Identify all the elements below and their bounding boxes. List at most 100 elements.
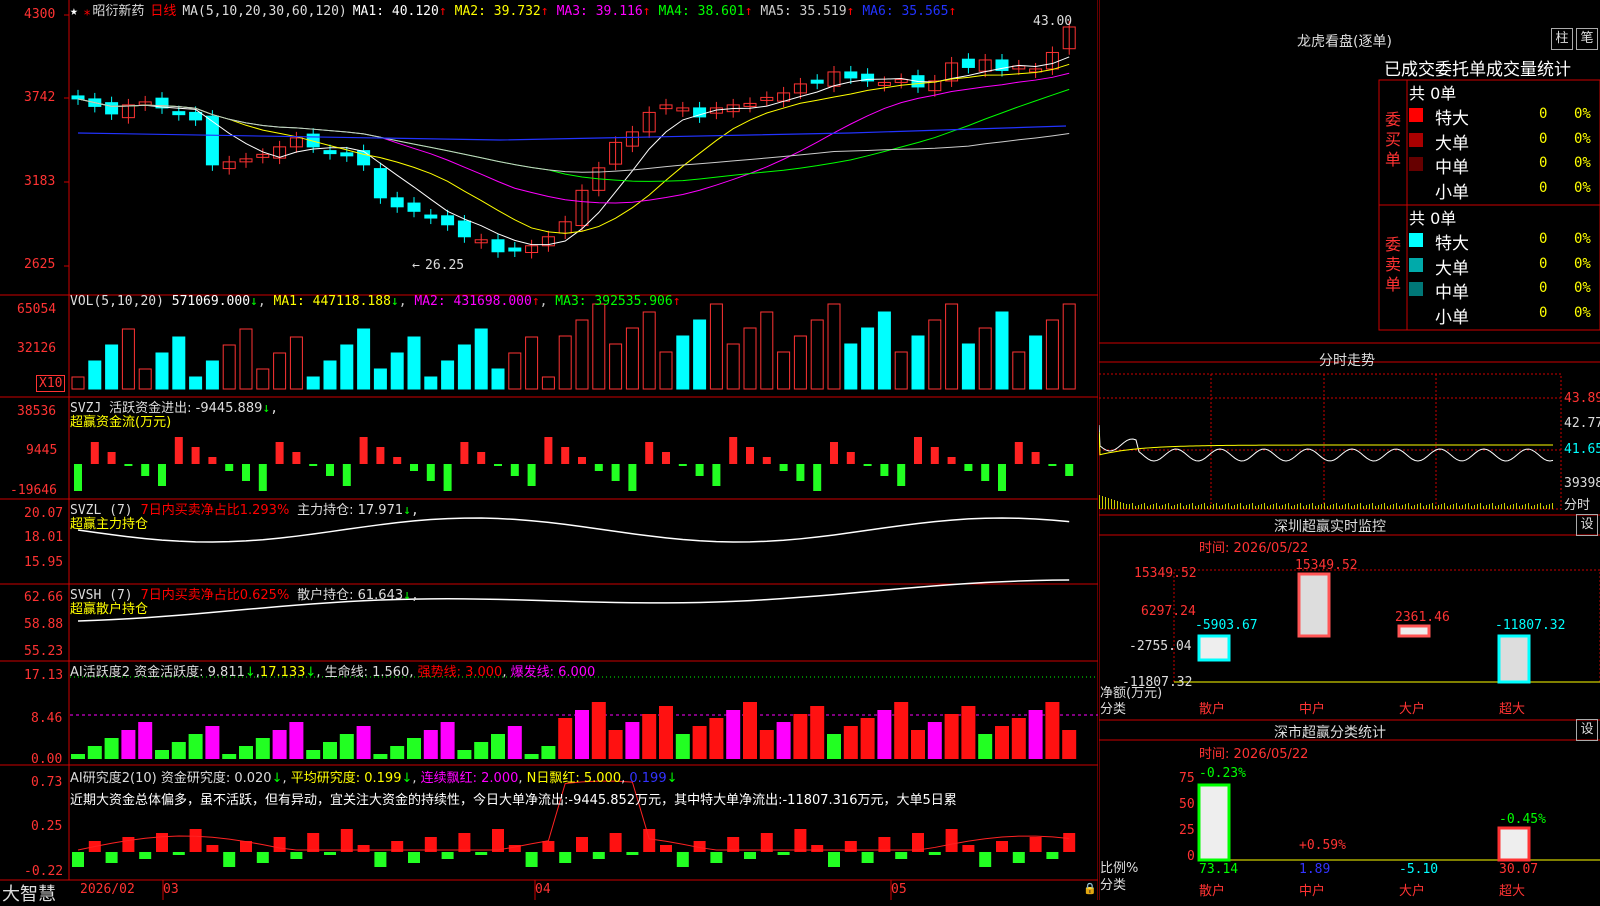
sell-row-pct: 0% (1574, 231, 1591, 247)
volume-bar (457, 344, 471, 390)
activity-bar (222, 754, 237, 759)
research-bar (777, 852, 790, 855)
volume-bar (105, 344, 119, 390)
flow-bar (645, 442, 654, 464)
sz-bar-大户 (1397, 624, 1431, 638)
flow-bar (208, 457, 217, 464)
volume-bar (340, 344, 354, 390)
price-axis-4300: 4300 (24, 7, 56, 22)
research-bar (1063, 833, 1076, 852)
buy-row-value: 0 (1539, 106, 1548, 122)
flow-bar (628, 464, 637, 491)
buy-swatch (1409, 108, 1423, 122)
tick-view-button[interactable]: 笔 (1576, 28, 1598, 50)
volume-bar (777, 351, 791, 390)
svsh-title: 超赢散户持仓 (70, 602, 149, 617)
activity-bar (743, 702, 757, 759)
vol-axis-top: 65054 (17, 302, 57, 317)
sell-swatch (1409, 233, 1423, 247)
sell-row-value: 0 (1539, 231, 1548, 247)
vol-header: VOL(5,10,20) 571069.000↓, MA1: 447118.18… (70, 294, 681, 309)
dragon-tabs[interactable]: 已成交委托单成交量统计 (1384, 55, 1571, 80)
flow-bar (410, 464, 418, 471)
activity-bar (87, 746, 102, 759)
volume-bar (541, 376, 555, 390)
price-axis-2625: 2625 (24, 257, 56, 272)
flow-bar (998, 464, 1006, 491)
volume-bar (693, 319, 707, 390)
research-bar (542, 841, 555, 852)
sell-swatch (1409, 282, 1423, 296)
ai2-header: AI活跃度2 资金活跃度: 9.811↓,17.133↓, 生命线: 1.560… (70, 665, 596, 680)
st-axis-1: 75 (1179, 771, 1195, 786)
sz-monitor-settings-button[interactable]: 设 (1576, 514, 1598, 536)
research-bar (458, 833, 471, 852)
volume-bar (373, 368, 387, 390)
volume-bar (995, 311, 1009, 390)
sz-bar-超大 (1497, 634, 1531, 684)
flow-bar (309, 464, 318, 466)
activity-bar (659, 706, 673, 759)
svsh-axis-bot: 55.23 (24, 644, 64, 659)
research-bar (525, 852, 538, 867)
activity-bar (642, 714, 657, 759)
flow-bar (897, 464, 906, 486)
flow-bar (930, 447, 939, 464)
research-bar (441, 852, 454, 859)
activity-bar (726, 710, 741, 759)
flow-bar (561, 447, 570, 464)
sz-axis-1: 15349.52 (1134, 566, 1197, 581)
stat-category: 超大 (1499, 884, 1526, 899)
volume-bar (810, 319, 824, 390)
flow-bar (796, 464, 805, 481)
sz-stats-settings-button[interactable]: 设 (1576, 719, 1598, 741)
ai2-axis-top: 17.13 (24, 668, 64, 683)
flow-bar (662, 452, 670, 464)
main-chart-area[interactable]: ★ ⁎ 昭衍新药 日线 MA(5,10,20,30,60,120) MA1: 40.120… (0, 0, 1098, 905)
activity-bar (591, 702, 606, 759)
buy-row-name: 特大 (1435, 109, 1469, 129)
flow-bar (981, 464, 990, 481)
volume-bar (1062, 303, 1076, 390)
research-bar (408, 852, 420, 863)
volume-bar (1045, 319, 1059, 390)
bar-view-button[interactable]: 柱 (1551, 28, 1573, 50)
sell-row-name: 小单 (1435, 307, 1469, 328)
research-bar (945, 829, 958, 852)
sz-monitor-title: 深圳超赢实时监控 (1274, 519, 1386, 535)
research-bar (290, 852, 303, 859)
low-marker: 26.25 (425, 258, 465, 273)
flow-bar (242, 464, 250, 481)
activity-bar (541, 746, 556, 759)
stat-category: 散户 (1199, 884, 1226, 899)
flow-bar (74, 464, 82, 491)
stat-pct: 1.89 (1299, 862, 1331, 877)
air-axis-mid: 0.25 (31, 819, 63, 834)
research-bar (357, 845, 370, 852)
st-axis-2: 50 (1179, 797, 1195, 812)
research-bar (1029, 837, 1042, 852)
stat-bar-超大 (1497, 826, 1531, 862)
research-bar (72, 852, 84, 867)
activity-bar (373, 754, 388, 759)
chart-canvas[interactable] (0, 0, 1098, 900)
activity-bar (608, 730, 623, 759)
volume-bar (138, 368, 152, 390)
svzj-axis-bot: -19646 (10, 483, 57, 498)
lock-icon[interactable]: 🔒 (1083, 882, 1097, 895)
stat-bar-散户 (1197, 783, 1231, 862)
research-bar (660, 845, 672, 852)
activity-bar (457, 750, 472, 759)
activity-bar (961, 706, 976, 759)
volume-bar (189, 376, 203, 390)
ma-value-6: MA6: 35.565 (862, 4, 949, 19)
ai-research-header: AI研究度2(10) 资金研究度: 0.020↓, 平均研究度: 0.199↓,… (70, 771, 678, 786)
star-icon[interactable]: ★ (70, 4, 78, 19)
volume-bar (978, 327, 992, 390)
period-label[interactable]: 日线 (150, 4, 176, 19)
svsh-axis-top: 62.66 (24, 590, 64, 605)
research-bar (760, 833, 773, 852)
research-bar (475, 852, 488, 855)
volume-bar (239, 328, 253, 390)
activity-bar (524, 754, 539, 759)
